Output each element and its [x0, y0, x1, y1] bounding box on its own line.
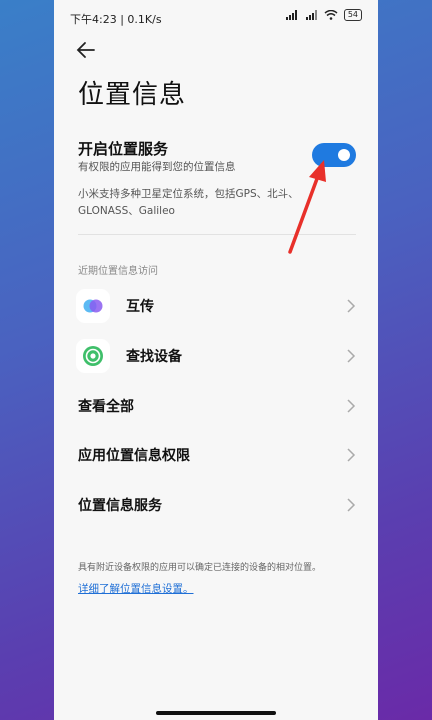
- signal-icon-2: [305, 10, 317, 20]
- location-service-toggle[interactable]: [312, 143, 356, 167]
- app-location-permissions-label: 应用位置信息权限: [78, 448, 190, 464]
- recent-app-row-find-device[interactable]: 查找设备: [54, 332, 378, 380]
- home-indicator[interactable]: [156, 711, 276, 715]
- learn-more-link[interactable]: 详细了解位置信息设置。: [78, 581, 194, 596]
- chevron-right-icon: [347, 448, 356, 462]
- chevron-right-icon: [347, 349, 356, 363]
- location-services-row[interactable]: 位置信息服务: [54, 481, 378, 529]
- app-name: 互传: [126, 299, 154, 315]
- page-title: 位置信息: [78, 80, 187, 110]
- back-arrow-icon[interactable]: [74, 38, 98, 62]
- chevron-right-icon: [347, 399, 356, 413]
- status-time: 下午4:23 | 0.1K/s: [70, 13, 162, 26]
- view-all-row[interactable]: 查看全部: [54, 382, 378, 430]
- phone-screen: 下午4:23 | 0.1K/s 54 位置信息 开启位置服务 有权限的应用能得到…: [54, 0, 378, 720]
- find-device-icon: [76, 339, 110, 373]
- toggle-knob: [338, 149, 350, 161]
- app-name: 查找设备: [126, 349, 182, 365]
- location-service-title: 开启位置服务: [78, 140, 169, 158]
- location-services-label: 位置信息服务: [78, 498, 162, 514]
- location-service-subtitle: 有权限的应用能得到您的位置信息: [78, 161, 236, 173]
- status-icons: 54: [285, 9, 362, 21]
- chevron-right-icon: [347, 498, 356, 512]
- app-location-permissions-row[interactable]: 应用位置信息权限: [54, 431, 378, 479]
- wifi-icon: [324, 10, 338, 20]
- nearby-devices-note: 具有附近设备权限的应用可以确定已连接的设备的相对位置。: [78, 563, 322, 573]
- recent-access-label: 近期位置信息访问: [78, 266, 158, 277]
- view-all-label: 查看全部: [78, 399, 134, 415]
- mi-share-icon: [76, 289, 110, 323]
- signal-icon: [285, 10, 297, 20]
- gps-systems-note: 小米支持多种卫星定位系统，包括GPS、北斗、GLONASS、Galileo: [78, 188, 299, 217]
- status-bar: 下午4:23 | 0.1K/s 54: [54, 0, 378, 34]
- battery-indicator: 54: [343, 9, 362, 21]
- recent-app-row-mi-share[interactable]: 互传: [54, 282, 378, 330]
- chevron-right-icon: [347, 299, 356, 313]
- divider: [78, 234, 356, 235]
